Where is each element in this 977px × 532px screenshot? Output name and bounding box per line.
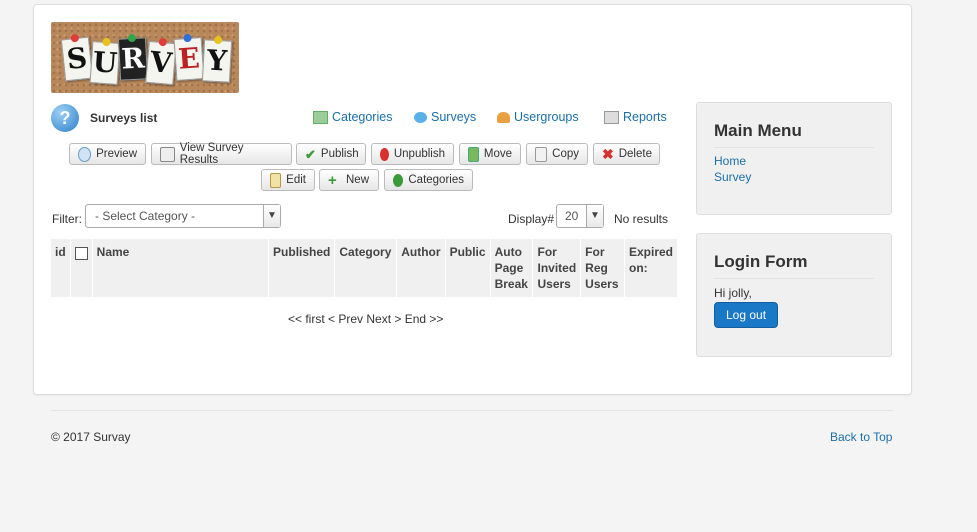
display-count-select[interactable]: 20 ▼ <box>556 204 604 228</box>
table-header-row: id Name Published Category Author Public… <box>51 239 677 297</box>
login-form-module: Login Form Hi jolly, Log out <box>696 233 892 357</box>
move-button[interactable]: Move <box>459 143 521 165</box>
column-id[interactable]: id <box>51 239 71 297</box>
page-title: Surveys list <box>90 111 158 125</box>
reports-icon <box>604 110 619 124</box>
login-form-title: Login Form <box>714 252 874 279</box>
check-icon: ✔ <box>305 146 316 162</box>
column-published[interactable]: Published <box>268 239 336 297</box>
page-header: ? Surveys list <box>51 104 157 132</box>
column-expired-on[interactable]: Expired on: <box>624 239 677 297</box>
categories-icon <box>313 110 328 124</box>
delete-icon: ✖ <box>602 145 614 162</box>
menu-item-home[interactable]: Home <box>714 153 874 169</box>
footer-copyright: © 2017 Survay <box>51 430 131 444</box>
footer-divider <box>51 410 893 411</box>
categories-circle-icon <box>393 173 404 187</box>
select-all-checkbox[interactable] <box>70 239 93 297</box>
edit-button[interactable]: Edit <box>261 169 315 191</box>
delete-button[interactable]: ✖ Delete <box>593 143 660 165</box>
column-author[interactable]: Author <box>396 239 446 297</box>
view-results-button[interactable]: View Survey Results <box>151 142 292 166</box>
main-menu-title: Main Menu <box>714 121 874 148</box>
unpublish-icon <box>380 147 389 161</box>
back-to-top-link[interactable]: Back to Top <box>830 430 892 444</box>
publish-button[interactable]: ✔ Publish <box>296 143 366 165</box>
plus-icon: + <box>328 171 337 189</box>
login-greeting: Hi jolly, <box>714 286 752 300</box>
no-results-text: No results <box>614 212 669 226</box>
survey-logo: S U R V E Y <box>51 22 239 93</box>
magnifier-icon <box>78 146 92 162</box>
column-for-reg-users[interactable]: For Reg Users <box>580 239 625 297</box>
unpublish-button[interactable]: Unpublish <box>371 143 454 165</box>
edit-icon <box>270 172 282 188</box>
categories-button[interactable]: Categories <box>384 169 473 191</box>
nav-reports[interactable]: Reports <box>604 110 667 124</box>
preview-button[interactable]: Preview <box>69 143 146 165</box>
display-label: Display# <box>508 212 555 226</box>
nav-surveys[interactable]: Surveys <box>414 110 476 124</box>
move-icon <box>468 146 479 162</box>
logout-button[interactable]: Log out <box>714 302 779 328</box>
copy-button[interactable]: Copy <box>526 143 588 165</box>
help-icon: ? <box>51 104 79 132</box>
column-name[interactable]: Name <box>92 239 270 297</box>
nav-usergroups[interactable]: Usergroups <box>497 110 579 124</box>
category-select[interactable]: - Select Category - ▼ <box>85 204 281 228</box>
copy-icon <box>535 146 548 162</box>
column-public[interactable]: Public <box>445 239 491 297</box>
filter-label: Filter: <box>52 212 82 226</box>
pagination[interactable]: << first < Prev Next > End >> <box>288 312 443 326</box>
surveys-table: id Name Published Category Author Public… <box>51 239 677 297</box>
column-category[interactable]: Category <box>334 239 398 297</box>
column-for-invited-users[interactable]: For Invited Users <box>532 239 582 297</box>
chevron-down-icon: ▼ <box>586 205 603 227</box>
usergroups-icon <box>497 111 510 123</box>
chevron-down-icon: ▼ <box>263 205 280 227</box>
column-auto-page-break[interactable]: Auto Page Break <box>490 239 534 297</box>
new-button[interactable]: + New <box>319 169 379 191</box>
main-menu-module: Main Menu Home Survey <box>696 102 892 215</box>
menu-item-survey[interactable]: Survey <box>714 169 874 185</box>
surveys-icon <box>414 111 427 123</box>
view-results-icon <box>160 146 175 162</box>
nav-categories[interactable]: Categories <box>313 110 392 124</box>
